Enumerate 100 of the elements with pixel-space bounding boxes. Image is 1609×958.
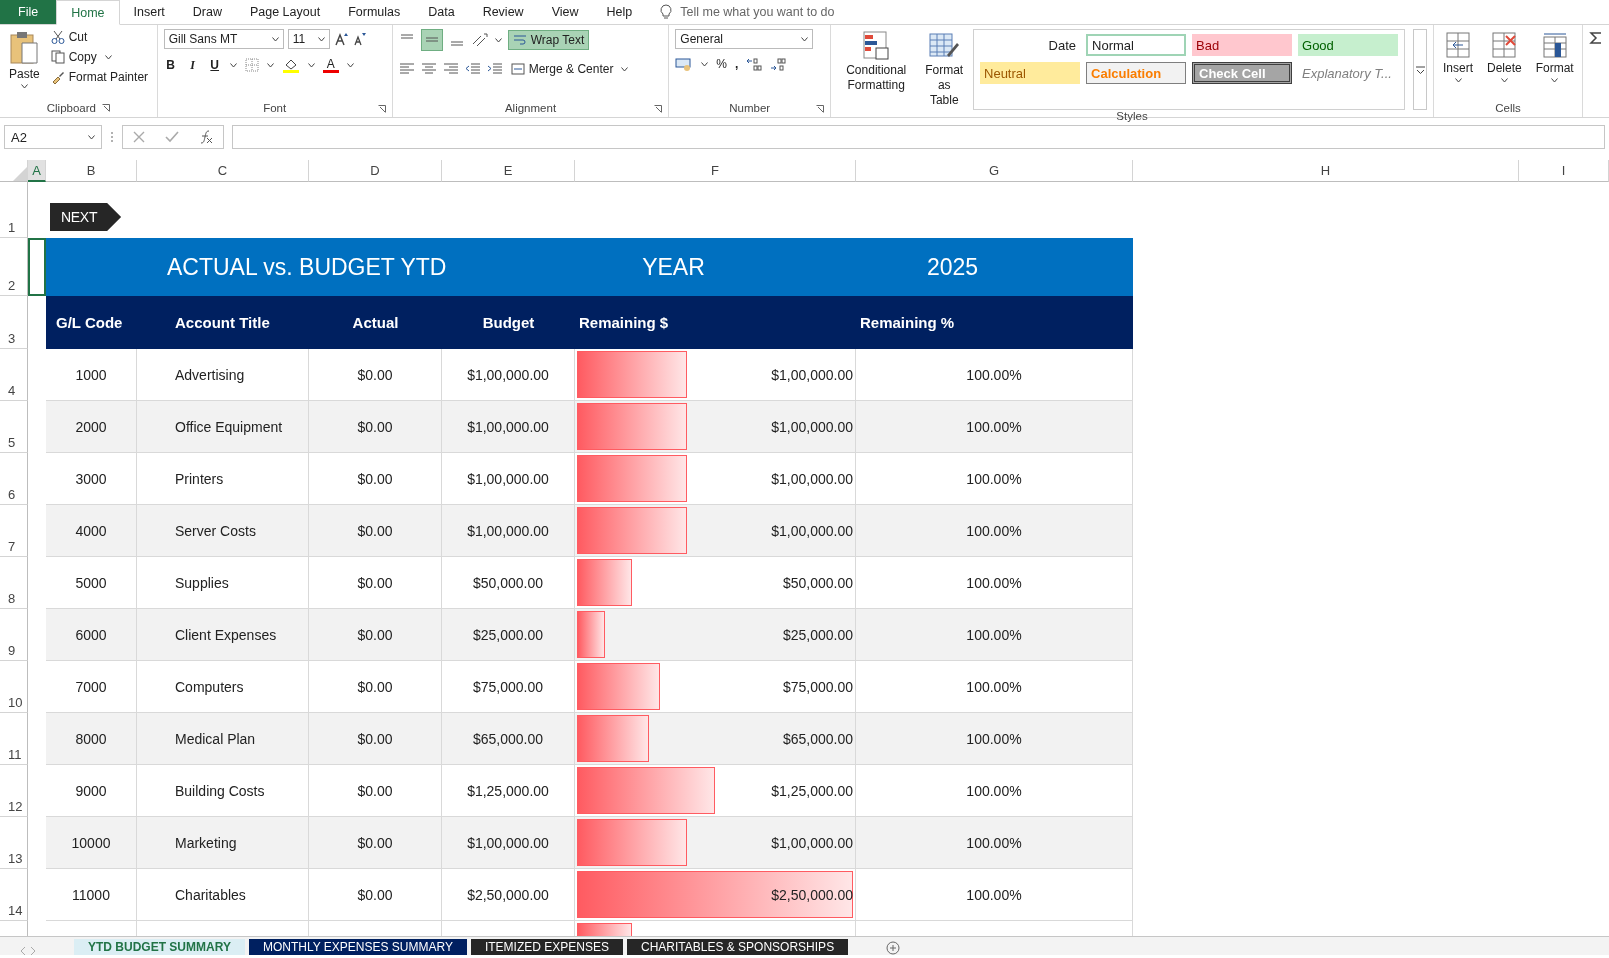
row-header[interactable]: 5 bbox=[0, 401, 28, 453]
fill-color-icon[interactable] bbox=[281, 57, 300, 73]
row-header[interactable]: 6 bbox=[0, 453, 28, 505]
ribbon-tab[interactable]: Insert bbox=[119, 0, 179, 24]
sheet-tab[interactable]: MONTHLY EXPENSES SUMMARY bbox=[248, 939, 467, 955]
caret-icon[interactable] bbox=[20, 84, 28, 89]
insert-cells-icon[interactable] bbox=[1445, 31, 1471, 59]
decrease-indent-icon[interactable] bbox=[464, 62, 481, 76]
caret-icon[interactable] bbox=[104, 54, 112, 60]
caret-icon[interactable] bbox=[271, 36, 279, 42]
dialog-launcher-icon[interactable] bbox=[816, 105, 824, 113]
caret-icon[interactable] bbox=[346, 62, 354, 68]
currency-icon[interactable] bbox=[675, 57, 694, 71]
percent-button[interactable]: % bbox=[716, 57, 727, 71]
check-icon[interactable] bbox=[165, 131, 179, 143]
row-header[interactable]: 8 bbox=[0, 557, 28, 609]
increase-indent-icon[interactable] bbox=[486, 62, 503, 76]
caret-icon[interactable] bbox=[1454, 78, 1462, 83]
caret-icon[interactable] bbox=[701, 61, 709, 67]
orientation-icon[interactable] bbox=[470, 32, 489, 48]
row-header[interactable]: 9 bbox=[0, 609, 28, 661]
paste-button[interactable]: Paste bbox=[6, 29, 43, 99]
lightbulb-icon[interactable] bbox=[660, 4, 673, 20]
row-header[interactable]: 4 bbox=[0, 349, 28, 401]
ribbon-tab[interactable]: Data bbox=[414, 0, 469, 24]
caret-icon[interactable] bbox=[266, 62, 274, 68]
decrease-decimal-icon[interactable] bbox=[770, 57, 787, 71]
font-size-dropdown[interactable]: 11 bbox=[287, 29, 330, 49]
cell-style-option[interactable]: Date bbox=[980, 34, 1080, 56]
cut-button[interactable]: Cut bbox=[48, 29, 151, 45]
column-header[interactable]: B bbox=[46, 160, 137, 182]
row-header[interactable]: 13 bbox=[0, 817, 28, 869]
dialog-launcher-icon[interactable] bbox=[101, 104, 110, 112]
expand-icon[interactable] bbox=[1415, 65, 1425, 74]
conditional-format-icon[interactable] bbox=[862, 31, 891, 61]
clipboard-icon[interactable] bbox=[9, 31, 40, 65]
sheet-tab[interactable]: YTD BUDGET SUMMARY bbox=[74, 939, 245, 955]
format-cells-icon[interactable] bbox=[1541, 31, 1568, 59]
column-header[interactable]: G bbox=[856, 160, 1133, 182]
insert-cells-button[interactable]: Insert bbox=[1440, 29, 1476, 99]
column-header[interactable]: A bbox=[28, 160, 46, 182]
copy-icon[interactable] bbox=[50, 50, 65, 64]
font-color-button[interactable]: A bbox=[322, 57, 339, 73]
bold-button[interactable]: B bbox=[163, 58, 178, 72]
column-header[interactable]: F bbox=[575, 160, 856, 182]
delete-cells-icon[interactable] bbox=[1491, 31, 1518, 59]
row-header[interactable]: 7 bbox=[0, 505, 28, 557]
format-as-table-button[interactable]: Format as Table bbox=[921, 29, 967, 110]
ribbon-tab[interactable]: Review bbox=[468, 0, 538, 24]
selected-cell[interactable] bbox=[28, 238, 46, 296]
row-header[interactable]: 2 bbox=[0, 238, 28, 296]
ribbon-tab[interactable]: View bbox=[537, 0, 593, 24]
grow-font-icon[interactable] bbox=[333, 32, 348, 46]
ribbon-tab[interactable]: Formulas bbox=[334, 0, 415, 24]
ribbon-tab[interactable]: Draw bbox=[178, 0, 236, 24]
row-header[interactable]: 12 bbox=[0, 765, 28, 817]
tell-me-search[interactable]: Tell me what you want to do bbox=[680, 5, 835, 19]
comma-button[interactable]: , bbox=[735, 57, 739, 71]
format-cells-button[interactable]: Format bbox=[1532, 29, 1577, 99]
ribbon-tab[interactable]: Help bbox=[592, 0, 647, 24]
increase-decimal-icon[interactable] bbox=[746, 57, 763, 71]
column-header[interactable]: I bbox=[1519, 160, 1609, 182]
wrap-text-button[interactable]: Wrap Text bbox=[507, 30, 590, 50]
column-header[interactable]: D bbox=[309, 160, 442, 182]
row-header[interactable]: 14 bbox=[0, 869, 28, 921]
column-header[interactable]: C bbox=[137, 160, 309, 182]
caret-icon[interactable] bbox=[1551, 78, 1559, 83]
caret-icon[interactable] bbox=[307, 62, 315, 68]
caret-icon[interactable] bbox=[801, 36, 809, 42]
shrink-font-icon[interactable] bbox=[351, 32, 366, 46]
italic-button[interactable]: I bbox=[185, 57, 200, 73]
merge-center-button[interactable]: Merge & Center bbox=[508, 61, 616, 77]
caret-icon[interactable] bbox=[494, 37, 502, 43]
cell-style-option[interactable]: Bad bbox=[1192, 34, 1292, 56]
delete-cells-button[interactable]: Delete bbox=[1484, 29, 1525, 99]
cell-style-option[interactable]: Neutral bbox=[980, 62, 1080, 84]
font-family-dropdown[interactable]: Gill Sans MT bbox=[163, 29, 284, 49]
row-header[interactable]: 1 bbox=[0, 182, 28, 238]
conditional-formatting-button[interactable]: Conditional Formatting bbox=[837, 29, 916, 110]
file-tab[interactable]: File bbox=[0, 0, 57, 24]
name-box[interactable]: A2 bbox=[4, 125, 102, 149]
function-icon[interactable] bbox=[199, 130, 213, 144]
dialog-launcher-icon[interactable] bbox=[654, 105, 663, 113]
number-format-dropdown[interactable]: General bbox=[675, 29, 814, 49]
formula-input[interactable] bbox=[232, 125, 1605, 149]
wrap-icon[interactable] bbox=[512, 33, 527, 47]
add-sheet-icon[interactable] bbox=[886, 941, 901, 955]
scissors-icon[interactable] bbox=[50, 30, 65, 44]
caret-icon[interactable] bbox=[621, 66, 629, 72]
column-header[interactable]: E bbox=[442, 160, 575, 182]
ribbon-tab[interactable]: Page Layout bbox=[235, 0, 335, 24]
paintbrush-icon[interactable] bbox=[50, 70, 65, 84]
cell-style-option[interactable]: Good bbox=[1298, 34, 1398, 56]
row-header[interactable]: 3 bbox=[0, 296, 28, 349]
caret-icon[interactable] bbox=[229, 62, 237, 68]
underline-button[interactable]: U bbox=[207, 58, 222, 72]
caret-icon[interactable] bbox=[1500, 78, 1508, 83]
caret-icon[interactable] bbox=[317, 36, 325, 42]
format-painter-button[interactable]: Format Painter bbox=[48, 69, 151, 85]
caret-icon[interactable] bbox=[88, 134, 95, 140]
